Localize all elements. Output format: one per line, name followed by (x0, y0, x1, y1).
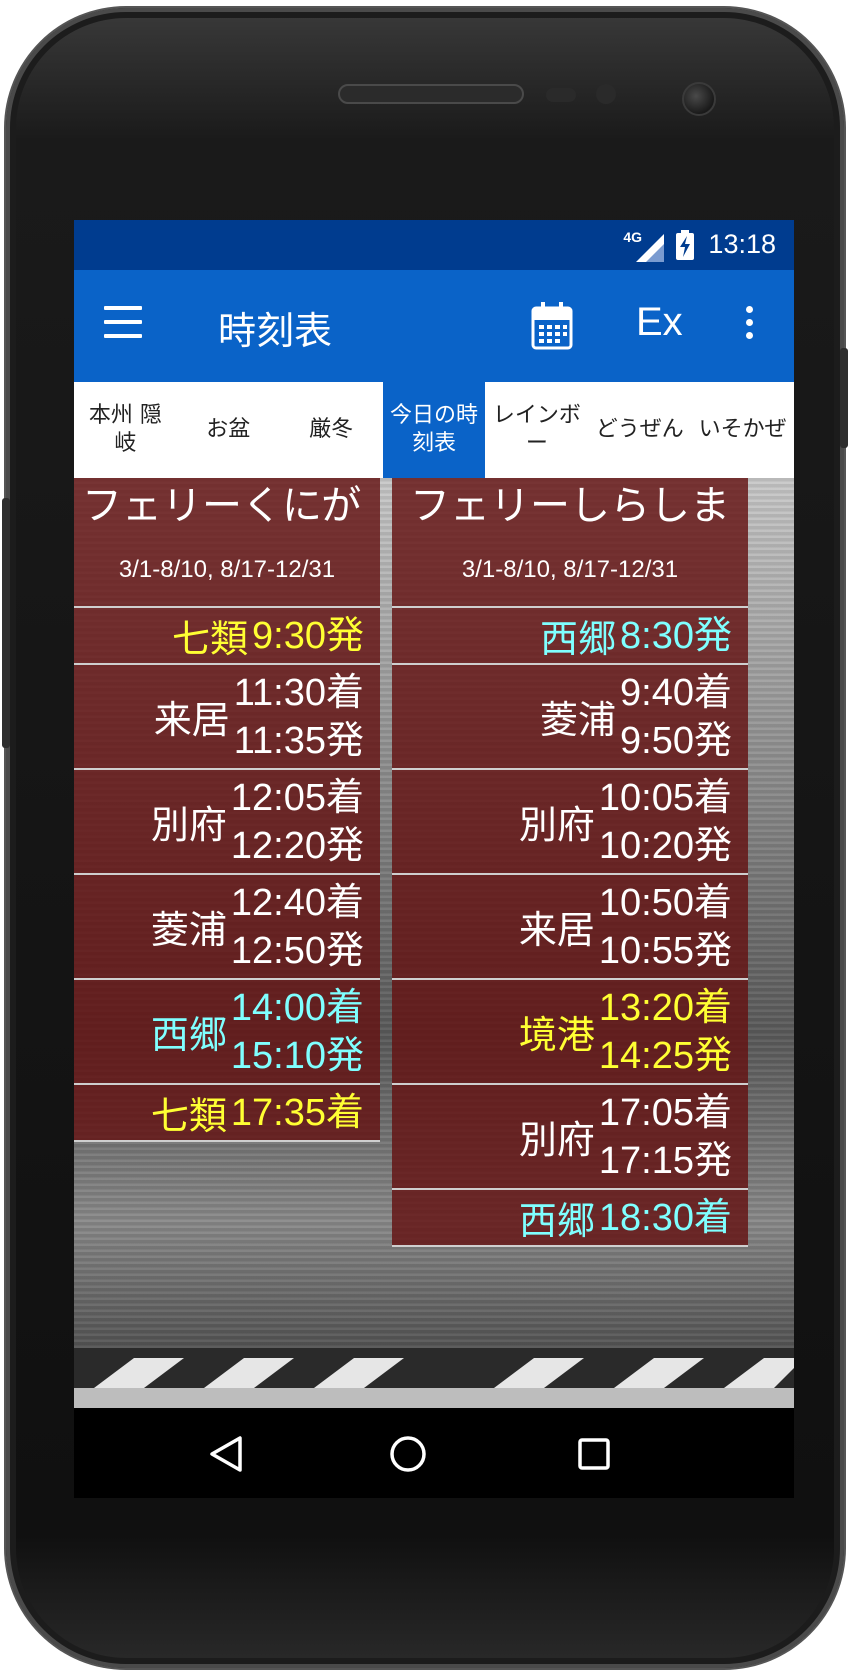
time-value: 14:00着 (230, 986, 364, 1029)
phone-frame: 4G 13:18 時刻表 Ex 本州 隠岐 お盆 厳冬 今日の時刻表 レインボー… (2, 8, 848, 1668)
port-name: 西郷 (150, 1013, 227, 1057)
page-title: 時刻表 (218, 309, 333, 353)
timetable-row: 七類 17:35着 (74, 1085, 380, 1142)
tab-isokaze[interactable]: いそかぜ (691, 382, 794, 478)
timetable-content: フェリーくにが 3/1-8/10, 8/17-12/31 七類 9:30発 来居 11… (74, 478, 794, 1408)
proximity-sensor (546, 88, 576, 102)
timetable-row: 別府 10:05着 10:20発 (392, 770, 748, 875)
time-list: 9:40着 9:50発 (620, 669, 732, 765)
clock: 13:18 (708, 229, 776, 259)
ferry-column-shirashima: フェリーしらしま 3/1-8/10, 8/17-12/31 西郷 8:30発 菱浦 9… (392, 478, 748, 1247)
timetable-row: 境港 13:20着 14:25発 (392, 980, 748, 1085)
time-list: 10:50着 10:55発 (599, 879, 732, 975)
time-value: 17:05着 (598, 1091, 732, 1134)
timetable-row: 別府 17:05着 17:15発 (392, 1085, 748, 1190)
time-value: 10:20発 (598, 824, 732, 867)
port-name: 別府 (150, 803, 227, 847)
timetable-row: 西郷 18:30着 (392, 1190, 748, 1247)
time-list: 8:30発 (620, 612, 732, 660)
time-list: 12:05着 12:20発 (231, 774, 364, 870)
home-icon[interactable] (386, 1432, 430, 1476)
tab-bar: 本州 隠岐 お盆 厳冬 今日の時刻表 レインボー どうぜん いそかぜ (74, 382, 794, 478)
timetable-row: 西郷 8:30発 (392, 608, 748, 665)
timetable-row: 菱浦 12:40着 12:50発 (74, 875, 380, 980)
port-name: 菱浦 (150, 908, 227, 952)
status-bar: 4G 13:18 (74, 220, 794, 270)
ferry-column-kuniga: フェリーくにが 3/1-8/10, 8/17-12/31 七類 9:30発 来居 11… (74, 478, 380, 1142)
recents-icon[interactable] (572, 1432, 616, 1476)
light-sensor (596, 84, 616, 104)
more-options-icon[interactable] (744, 306, 754, 346)
port-name: 別府 (518, 803, 595, 847)
signal-icon (636, 234, 664, 262)
time-value: 14:25発 (598, 1034, 732, 1077)
timetable-row: 来居 10:50着 10:55発 (392, 875, 748, 980)
navigation-bar (74, 1408, 794, 1498)
time-list: 17:35着 (231, 1089, 364, 1137)
time-value: 10:05着 (598, 776, 732, 819)
time-value: 12:05着 (230, 776, 364, 819)
timetable-row: 西郷 14:00着 15:10発 (74, 980, 380, 1085)
time-list: 10:05着 10:20発 (599, 774, 732, 870)
port-name: 別府 (518, 1118, 595, 1162)
front-camera (682, 82, 716, 116)
volume-button (2, 498, 10, 748)
time-value: 12:20発 (230, 824, 364, 867)
app-bar: 時刻表 Ex (74, 270, 794, 382)
screen: 4G 13:18 時刻表 Ex 本州 隠岐 お盆 厳冬 今日の時刻表 レインボー… (74, 220, 794, 1498)
time-value: 9:30発 (252, 614, 364, 657)
breakwater-background (74, 1348, 794, 1408)
time-value: 15:10発 (230, 1034, 364, 1077)
menu-icon[interactable] (104, 306, 142, 342)
ferry-name: フェリーしらしま (410, 483, 730, 529)
timetable-row: 来居 11:30着 11:35発 (74, 665, 380, 770)
timetable-row: 別府 12:05着 12:20発 (74, 770, 380, 875)
time-value: 13:20着 (598, 986, 732, 1029)
port-name: 境港 (518, 1013, 595, 1057)
time-value: 10:55発 (598, 929, 732, 972)
time-list: 14:00着 15:10発 (231, 984, 364, 1080)
calendar-icon[interactable] (530, 300, 574, 350)
time-list: 17:05着 17:15発 (599, 1089, 732, 1185)
time-list: 13:20着 14:25発 (599, 984, 732, 1080)
tab-gentou[interactable]: 厳冬 (280, 382, 383, 478)
time-value: 12:50発 (230, 929, 364, 972)
time-list: 18:30着 (599, 1194, 732, 1242)
tab-today[interactable]: 今日の時刻表 (382, 382, 486, 478)
timetable-row: 七類 9:30発 (74, 608, 380, 665)
timetable-row: 菱浦 9:40着 9:50発 (392, 665, 748, 770)
port-name: 七類 (172, 617, 249, 661)
tab-rainbow[interactable]: レインボー (485, 382, 588, 478)
tab-honshu-oki[interactable]: 本州 隠岐 (74, 382, 177, 478)
time-list: 12:40着 12:50発 (231, 879, 364, 975)
time-value: 11:30着 (233, 671, 364, 714)
time-value: 12:40着 (230, 881, 364, 924)
tab-obon[interactable]: お盆 (177, 382, 280, 478)
port-name: 菱浦 (540, 698, 617, 742)
battery-charging-icon (676, 230, 694, 260)
back-icon[interactable] (204, 1432, 248, 1476)
port-name: 七類 (150, 1094, 227, 1138)
ferry-period: 3/1-8/10, 8/17-12/31 (392, 534, 748, 608)
ferry-period: 3/1-8/10, 8/17-12/31 (74, 534, 380, 608)
port-name: 西郷 (518, 1199, 595, 1243)
time-value: 9:50発 (620, 719, 732, 762)
ferry-name: フェリーくにが (82, 483, 362, 529)
port-name: 西郷 (540, 617, 617, 661)
time-value: 10:50着 (598, 881, 732, 924)
time-value: 11:35発 (233, 719, 364, 762)
power-button (840, 348, 848, 448)
time-value: 9:40着 (620, 671, 732, 714)
port-name: 来居 (153, 698, 230, 742)
time-list: 9:30発 (252, 612, 364, 660)
time-value: 17:15発 (598, 1139, 732, 1182)
time-value: 18:30着 (598, 1196, 732, 1239)
earpiece-speaker (338, 84, 524, 104)
time-list: 11:30着 11:35発 (234, 669, 364, 765)
ex-button[interactable]: Ex (636, 300, 683, 345)
time-value: 8:30発 (620, 614, 732, 657)
port-name: 来居 (518, 908, 595, 952)
tab-dozen[interactable]: どうぜん (588, 382, 691, 478)
time-value: 17:35着 (230, 1091, 364, 1134)
